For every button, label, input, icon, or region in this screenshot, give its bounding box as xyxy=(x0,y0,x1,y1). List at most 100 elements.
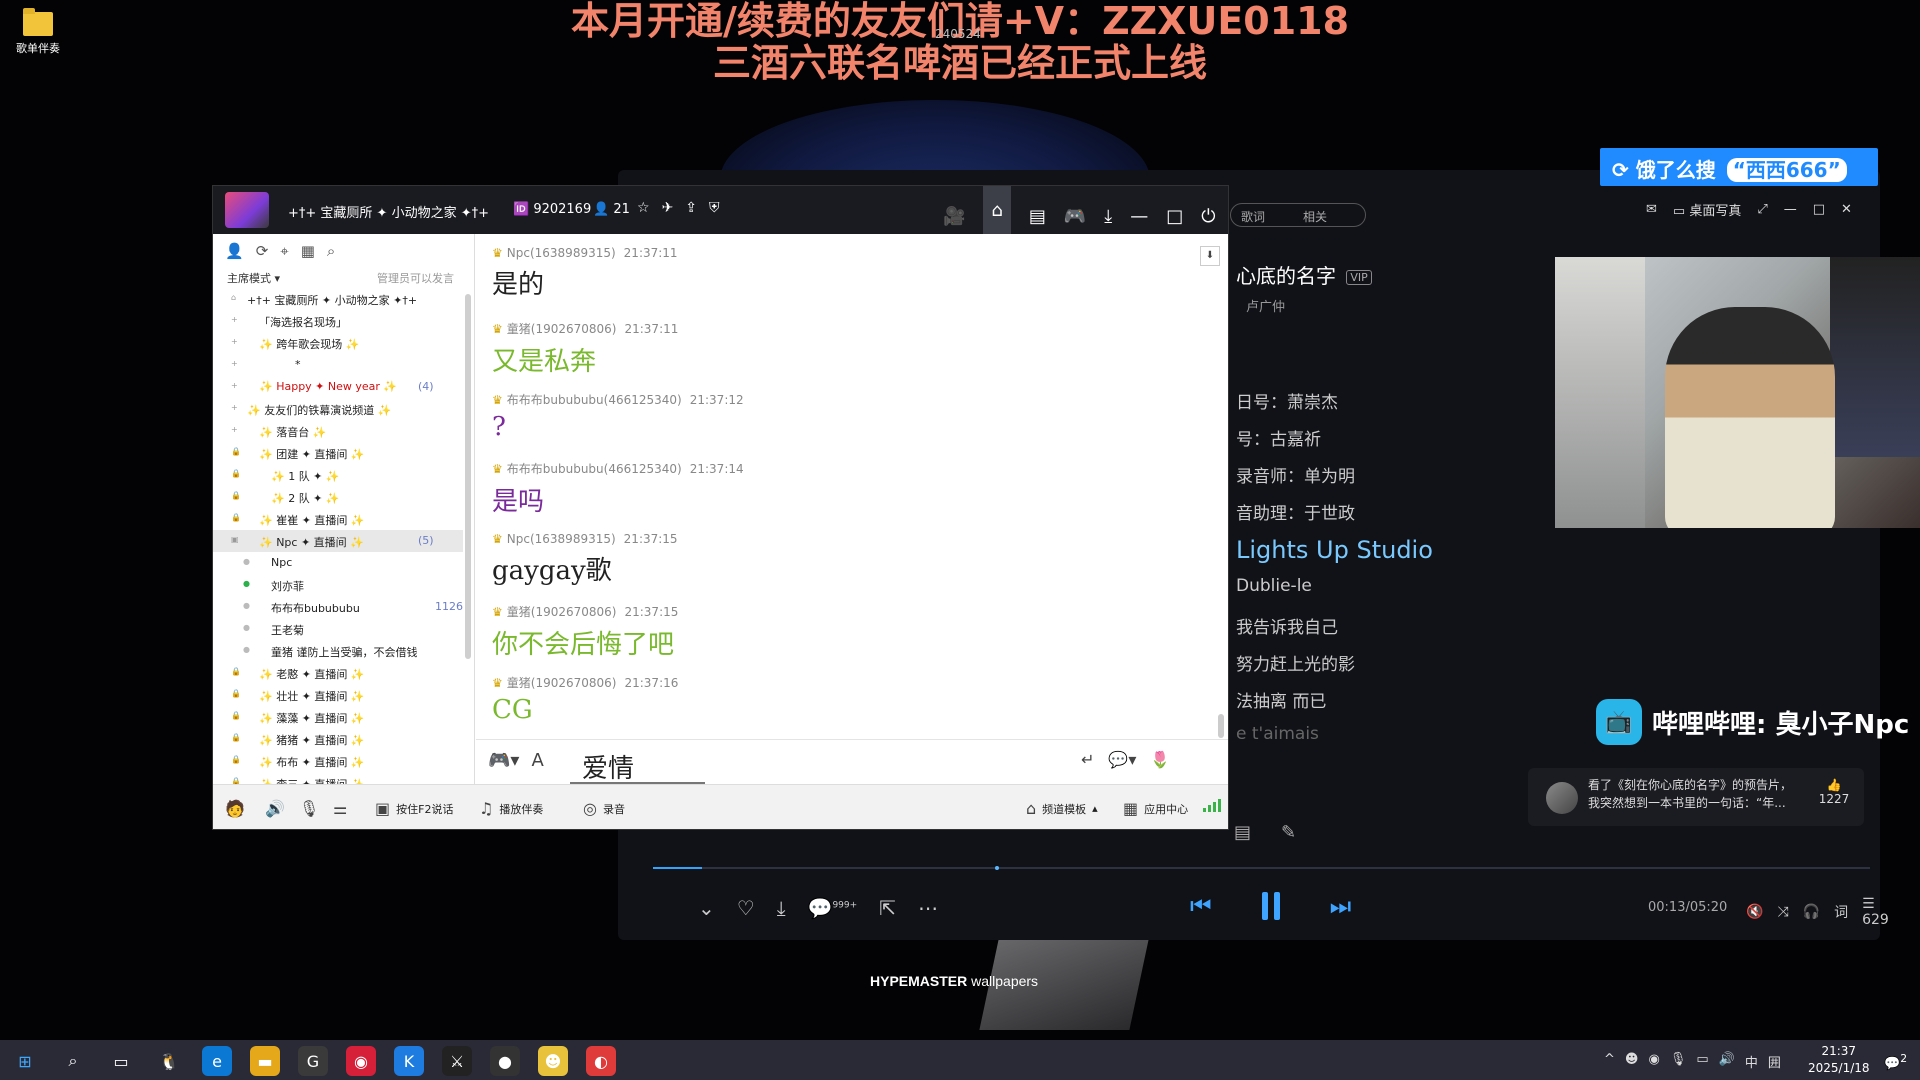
send-enter-icon[interactable]: ↵ xyxy=(1081,750,1094,769)
channel-tree-item[interactable]: 🔒✨ 李三 ✦ 直播间 ✨ xyxy=(213,772,463,785)
channel-tree-item[interactable]: ▣ ✨ Npc ✦ 直播间 ✨ (5) xyxy=(213,530,463,552)
file-explorer-icon[interactable]: ▬ xyxy=(250,1046,280,1076)
channel-avatar[interactable] xyxy=(225,192,269,228)
qq-icon[interactable]: 🐧 xyxy=(154,1046,184,1076)
volume-icon[interactable]: 🔊 xyxy=(1719,1052,1735,1071)
task-view-icon[interactable]: ▭ xyxy=(106,1046,136,1076)
download-icon[interactable]: ⤓ xyxy=(1104,206,1112,227)
more-icon[interactable]: ⋯ xyxy=(918,896,938,920)
previous-track-icon[interactable]: ⏮ xyxy=(1190,892,1212,920)
app-g-icon[interactable]: G xyxy=(298,1046,328,1076)
channel-tree-item[interactable]: 🔒 ✨ 布布 ✦ 直播间 ✨ xyxy=(213,750,463,772)
fullscreen-icon[interactable]: ⤢ xyxy=(1757,202,1767,217)
search-icon[interactable]: ⌕ xyxy=(58,1046,88,1076)
volume-mute-icon[interactable]: 🔇 xyxy=(1746,904,1763,920)
channel-user[interactable]: ● 王老菊 xyxy=(213,618,463,640)
tray-app-icon[interactable]: ◉ xyxy=(1648,1052,1659,1071)
network-icon[interactable]: ▭ xyxy=(1696,1052,1708,1071)
maximize-icon[interactable]: □ xyxy=(1813,202,1825,217)
pause-icon[interactable] xyxy=(1260,892,1282,920)
start-button-icon[interactable]: ⊞ xyxy=(10,1046,40,1076)
emoji-icon[interactable]: 🎮▾ xyxy=(488,750,519,771)
channel-tree-item[interactable]: + ✨ 落音台 ✨ xyxy=(213,420,463,442)
video-icon[interactable]: 🎥 xyxy=(943,206,965,227)
shuffle-icon[interactable]: ⤨ xyxy=(1777,904,1788,920)
chat-username[interactable]: Npc(1638989315) xyxy=(507,532,616,546)
record-button[interactable]: ◎ 录音 xyxy=(583,799,625,818)
download-icon[interactable]: ⤓ xyxy=(777,896,786,920)
lyric-toggle-button[interactable]: 词 xyxy=(1834,902,1848,922)
collapse-icon[interactable]: ⌄ xyxy=(698,896,715,920)
notes-icon[interactable]: ▦ xyxy=(301,242,315,260)
like-icon[interactable]: ♡ xyxy=(737,896,755,920)
obs-icon[interactable]: ● xyxy=(490,1046,520,1076)
channel-tree-item[interactable]: 🔒 ✨ 1 队 ✦ ✨ xyxy=(213,464,463,486)
channel-tree-item[interactable]: ⌂ +†+ 宝藏厕所 ✦ 小动物之家 ✦†+ xyxy=(213,288,463,310)
app-center-button[interactable]: ▦ 应用中心 xyxy=(1123,799,1188,818)
mode-dropdown[interactable]: 主席模式 ▾ xyxy=(227,270,280,286)
chat-username[interactable]: 童猪(1902670806) xyxy=(507,322,617,336)
taskbar-clock[interactable]: 21:37 2025/1/18 xyxy=(1808,1043,1870,1077)
favorite-icon[interactable]: ☆ xyxy=(637,200,650,216)
font-style-icon[interactable]: A xyxy=(531,750,543,771)
toggle-lyric[interactable]: 歌词 xyxy=(1241,208,1265,225)
channel-tree-item[interactable]: 🔒 ✨ 老憨 ✦ 直播间 ✨ xyxy=(213,662,463,684)
list-icon[interactable]: ▤ xyxy=(1029,206,1046,227)
channel-user[interactable]: ● 刘亦菲 xyxy=(213,574,463,596)
video-app-icon[interactable]: ◐ xyxy=(586,1046,616,1076)
channel-tree-item[interactable]: 🔒 ✨ 壮壮 ✦ 直播间 ✨ xyxy=(213,684,463,706)
tray-mic-icon[interactable]: 🎙 xyxy=(1670,1052,1687,1071)
gamepad-icon[interactable]: 🎮 xyxy=(1064,206,1086,227)
playback-progress-bar[interactable] xyxy=(653,866,1870,870)
game-icon[interactable]: ⚔ xyxy=(442,1046,472,1076)
channel-tree-item[interactable]: 🔒 ✨ 2 队 ✦ ✨ xyxy=(213,486,463,508)
minimize-icon[interactable]: — xyxy=(1130,206,1148,227)
mic-button[interactable]: 🎙 xyxy=(299,799,319,818)
mail-icon[interactable]: ✉ xyxy=(1646,202,1657,217)
playlist-button[interactable]: ☰ 629 xyxy=(1862,896,1889,928)
kugou-icon[interactable]: K xyxy=(394,1046,424,1076)
channel-tree-item[interactable]: + ✨ 跨年歌会现场 ✨ xyxy=(213,332,463,354)
channel-tree-item[interactable]: 🔒 ✨ 藻藻 ✦ 直播间 ✨ xyxy=(213,706,463,728)
location-icon[interactable]: ⌖ xyxy=(280,242,288,260)
edge-icon[interactable]: e xyxy=(202,1046,232,1076)
netease-music-icon[interactable]: ◉ xyxy=(346,1046,376,1076)
share-icon[interactable]: ⇱ xyxy=(879,896,896,920)
flower-icon[interactable]: 🌷 xyxy=(1150,750,1170,769)
singer-name[interactable]: 卢广仲 xyxy=(1246,296,1285,315)
maximize-icon[interactable]: □ xyxy=(1166,206,1183,227)
chat-username[interactable]: 布布布bubububu(466125340) xyxy=(507,393,682,407)
channel-tree-item[interactable]: 🔒 ✨ 猪猪 ✦ 直播间 ✨ xyxy=(213,728,463,750)
chat-username[interactable]: 童猪(1902670806) xyxy=(507,605,617,619)
share-icon[interactable]: ⇪ xyxy=(685,200,697,216)
close-icon[interactable]: ✕ xyxy=(1841,202,1852,217)
channel-tree-item[interactable]: + ✨ Happy ✦ New year ✨ (4) xyxy=(213,376,463,398)
channel-tree-item[interactable]: + * xyxy=(213,354,463,376)
refresh-icon[interactable]: ⟳ xyxy=(256,242,269,260)
notification-button[interactable]: 💬2 xyxy=(1884,1052,1907,1071)
speaker-button[interactable]: 🔊 xyxy=(265,799,285,818)
home-icon[interactable]: ⌂ xyxy=(983,186,1011,234)
chat-bubble-icon[interactable]: 💬▾ xyxy=(1108,750,1136,769)
lyric-pin-icon[interactable]: ✎ xyxy=(1281,822,1296,843)
scroll-to-bottom-button[interactable]: ⬇ xyxy=(1200,246,1220,266)
accompany-button[interactable]: ♫ 播放伴奏 xyxy=(479,799,543,818)
tree-scrollbar[interactable] xyxy=(465,294,471,659)
chat-scrollbar[interactable] xyxy=(1218,714,1224,738)
mixer-button[interactable]: ⚌ xyxy=(333,799,347,818)
tray-app-icon[interactable]: ☻ xyxy=(1625,1052,1639,1071)
channel-tree-item[interactable]: 🔒 ✨ 团建 ✦ 直播间 ✨ xyxy=(213,442,463,464)
my-avatar[interactable]: 🧑 xyxy=(225,799,245,818)
chat-username[interactable]: Npc(1638989315) xyxy=(507,246,616,260)
chat-username[interactable]: 布布布bubububu(466125340) xyxy=(507,462,682,476)
shield-icon[interactable]: ⛨ xyxy=(709,200,720,216)
next-track-icon[interactable]: ⏭ xyxy=(1330,892,1352,920)
yy-icon[interactable]: ☻ xyxy=(538,1046,568,1076)
desktop-lyric-button[interactable]: ▭ 桌面写真 xyxy=(1673,200,1741,219)
chat-username[interactable]: 童猪(1902670806) xyxy=(507,676,617,690)
comment-icon[interactable]: 💬999+ xyxy=(808,896,858,920)
toggle-related[interactable]: 相关 xyxy=(1303,208,1327,225)
channel-tree-item[interactable]: + 「海选报名现场」 xyxy=(213,310,463,332)
channel-user[interactable]: ● 童猪 谨防上当受骗，不会借钱 xyxy=(213,640,463,662)
lyric-related-toggle[interactable]: 歌词 相关 xyxy=(1230,203,1366,227)
